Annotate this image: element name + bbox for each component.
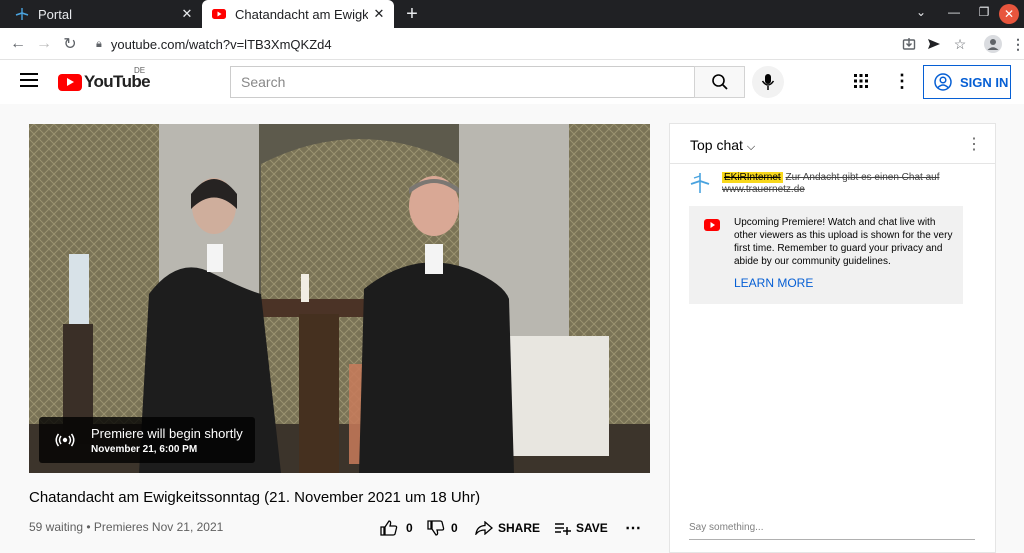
share-button[interactable]: SHARE xyxy=(475,518,540,538)
voice-search-button[interactable] xyxy=(752,66,784,98)
premiere-notice: Upcoming Premiere! Watch and chat live w… xyxy=(689,206,963,304)
youtube-logo[interactable]: YouTube DE xyxy=(58,66,151,92)
url-text: youtube.com/watch?v=lTB3XmQKZd4 xyxy=(110,36,332,52)
restore-icon[interactable]: ❐ xyxy=(975,5,993,19)
video-meta: 59 waiting • Premieres Nov 21, 2021 xyxy=(29,520,224,534)
youtube-icon xyxy=(704,218,720,236)
like-button[interactable]: 0 xyxy=(380,518,413,538)
microphone-icon xyxy=(761,74,775,90)
live-chat-panel: Top chat ⌵ ⋮ EKiRInternet Zur Andacht gi… xyxy=(669,123,996,553)
playlist-add-icon xyxy=(555,523,571,535)
logo-wordmark: YouTube xyxy=(84,72,151,91)
learn-more-link[interactable]: LEARN MORE xyxy=(734,276,813,290)
portal-favicon-icon xyxy=(14,6,30,22)
install-icon[interactable] xyxy=(899,34,919,54)
premiere-date: November 21, 6:00 PM xyxy=(91,443,198,455)
bookmark-star-icon[interactable]: ☆ xyxy=(950,34,970,54)
save-label: SAVE xyxy=(576,521,608,535)
apps-grid-icon[interactable] xyxy=(853,73,869,89)
reload-icon[interactable]: ↻ xyxy=(60,34,80,54)
address-bar[interactable]: 🔒︎ youtube.com/watch?v=lTB3XmQKZd4 xyxy=(86,31,886,57)
search-input[interactable]: Search xyxy=(230,66,695,98)
youtube-play-icon xyxy=(58,73,82,91)
chevron-down-icon: ⌵ xyxy=(746,141,756,153)
browser-toolbar: ← → ↻ 🔒︎ youtube.com/watch?v=lTB3XmQKZd4… xyxy=(0,28,1024,60)
dislike-button[interactable]: 0 xyxy=(427,518,458,538)
search-icon xyxy=(711,74,728,90)
send-icon[interactable] xyxy=(924,34,944,54)
like-count: 0 xyxy=(406,521,413,535)
youtube-favicon-icon xyxy=(211,6,227,22)
thumbs-up-icon xyxy=(380,520,398,536)
back-icon[interactable]: ← xyxy=(8,34,28,54)
author-avatar-icon xyxy=(690,172,710,194)
chat-input[interactable]: Say something... xyxy=(689,522,975,540)
region-code: DE xyxy=(134,66,146,75)
youtube-header: YouTube DE Search ⋮ SIGN IN xyxy=(0,60,1024,104)
dislike-count: 0 xyxy=(451,521,458,535)
forward-icon[interactable]: → xyxy=(34,34,54,54)
tab-search-icon[interactable]: ⌄ xyxy=(912,5,930,19)
share-label: SHARE xyxy=(498,521,541,535)
menu-icon[interactable] xyxy=(20,73,38,91)
browser-tab-bar: Portal ✕ Chatandacht am Ewigkeit ✕ + ⌄ —… xyxy=(0,0,1024,28)
browser-menu-icon[interactable]: ⋮ xyxy=(1008,34,1024,54)
notice-text: Upcoming Premiere! Watch and chat live w… xyxy=(734,217,953,267)
window-close-icon[interactable]: ✕ xyxy=(999,4,1019,24)
save-button[interactable]: SAVE xyxy=(554,518,608,538)
sign-in-button[interactable]: SIGN IN xyxy=(923,65,1011,99)
tab-youtube[interactable]: Chatandacht am Ewigkeit ✕ xyxy=(202,0,394,28)
thumbs-down-icon xyxy=(427,520,445,536)
minimize-icon[interactable]: — xyxy=(945,5,963,19)
video-player[interactable]: Premiere will begin shortly November 21,… xyxy=(29,124,650,473)
lock-icon: 🔒︎ xyxy=(96,37,102,50)
new-tab-icon[interactable]: + xyxy=(401,3,423,25)
broadcast-icon xyxy=(39,433,91,447)
settings-more-icon[interactable]: ⋮ xyxy=(893,71,911,93)
premiere-title: Premiere will begin shortly xyxy=(91,425,243,441)
share-icon xyxy=(475,521,493,535)
search-button[interactable] xyxy=(694,66,745,98)
account-icon xyxy=(934,73,952,91)
profile-icon[interactable] xyxy=(983,34,1003,54)
premiere-banner: Premiere will begin shortly November 21,… xyxy=(39,417,255,463)
tab-title: Portal xyxy=(38,6,72,22)
chat-mode-dropdown[interactable]: Top chat ⌵ xyxy=(690,137,755,154)
tab-close-icon[interactable]: ✕ xyxy=(368,6,390,22)
chat-mode-label: Top chat xyxy=(690,137,743,153)
chat-header: Top chat ⌵ ⋮ xyxy=(670,124,995,164)
chat-more-icon[interactable]: ⋮ xyxy=(966,134,982,154)
more-actions-icon[interactable]: ⋯ xyxy=(625,518,641,538)
tab-portal[interactable]: Portal ✕ xyxy=(0,0,202,28)
sign-in-label: SIGN IN xyxy=(960,74,1009,90)
chat-author[interactable]: EKiRInternet xyxy=(722,172,783,183)
video-title: Chatandacht am Ewigkeitssonntag (21. Nov… xyxy=(29,489,481,506)
tab-title: Chatandacht am Ewigkeit xyxy=(235,6,368,22)
tab-close-icon[interactable]: ✕ xyxy=(176,6,198,22)
